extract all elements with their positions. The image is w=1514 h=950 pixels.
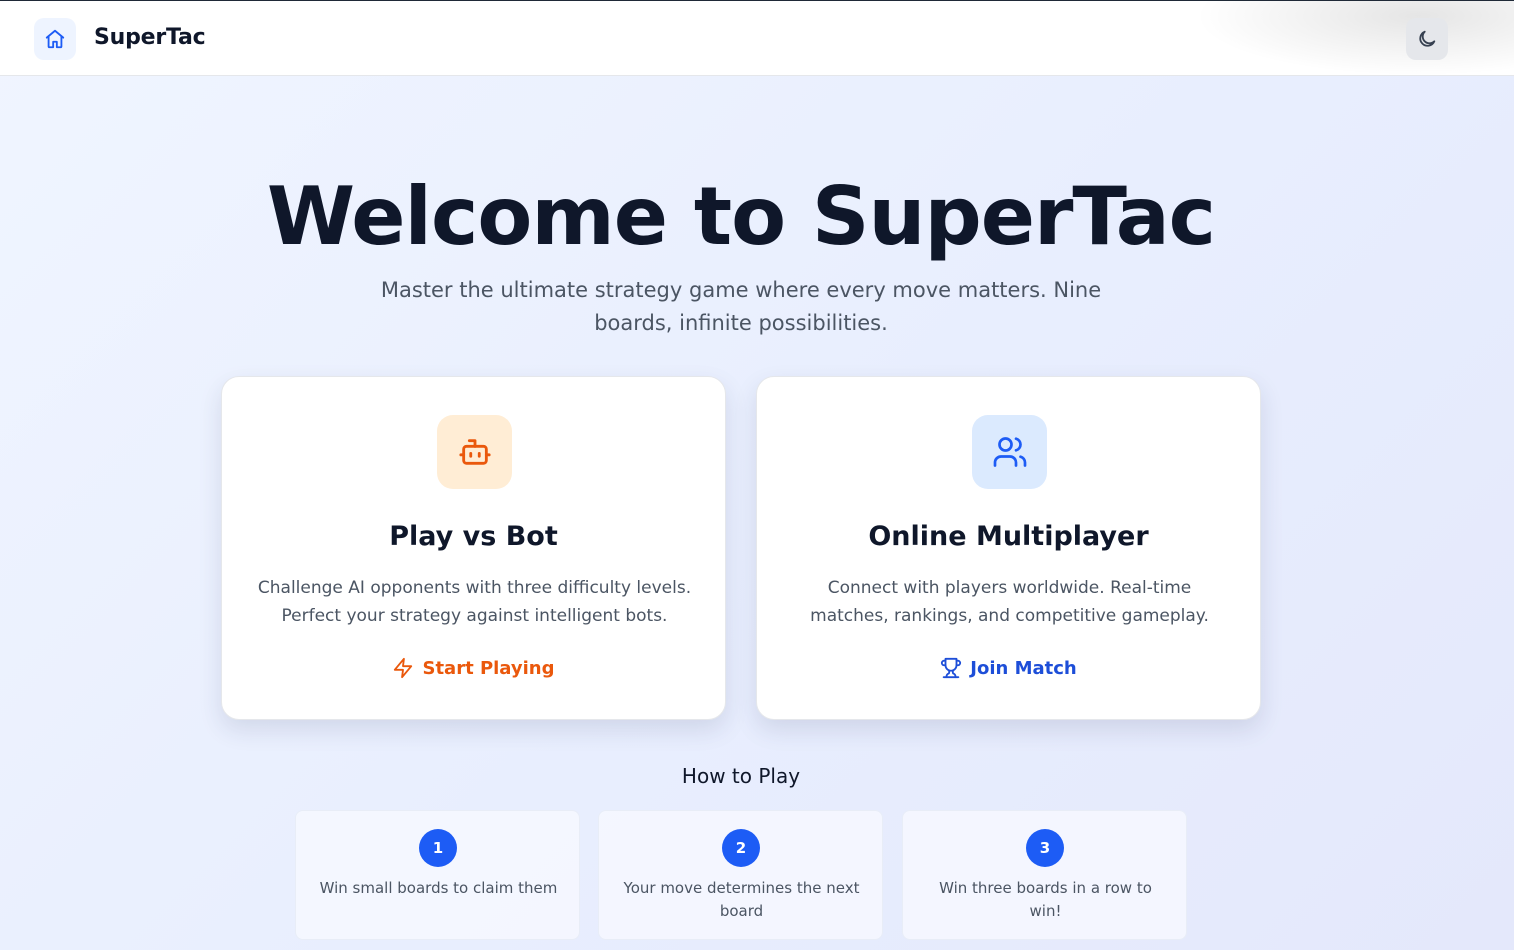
hero-subtitle: Master the ultimate strategy game where …	[380, 278, 1102, 335]
users-icon-tile	[972, 415, 1047, 489]
card-description: Challenge AI opponents with three diffic…	[257, 578, 692, 626]
header-shadow	[1194, 1, 1514, 76]
bot-icon	[458, 439, 491, 465]
top-navbar: SuperTac	[0, 1, 1514, 76]
how-to-play-step: 1 Win small boards to claim them	[295, 810, 580, 940]
home-button[interactable]	[34, 18, 76, 60]
card-title: Online Multiplayer	[868, 521, 1149, 552]
theme-toggle-button[interactable]	[1406, 18, 1448, 60]
step-number-badge: 2	[722, 829, 760, 867]
step-text: Your move determines the next board	[623, 879, 860, 920]
lightning-icon	[394, 657, 413, 679]
start-playing-button[interactable]: Start Playing	[222, 657, 725, 679]
hero-title: Welcome to SuperTac	[266, 170, 1216, 263]
trophy-icon	[941, 657, 962, 679]
moon-icon	[1419, 30, 1436, 47]
step-number-badge: 1	[419, 829, 457, 867]
how-to-play-title: How to Play	[681, 764, 801, 788]
step-text: Win small boards to claim them	[319, 879, 558, 897]
bot-icon-tile	[437, 415, 512, 489]
join-match-label[interactable]: Join Match	[970, 658, 1076, 679]
online-multiplayer-card[interactable]: Online Multiplayer Connect with players …	[756, 376, 1261, 720]
step-text: Win three boards in a row to win!	[939, 879, 1152, 920]
how-to-play-step: 3 Win three boards in a row to win!	[902, 810, 1187, 940]
play-vs-bot-card[interactable]: Play vs Bot Challenge AI opponents with …	[221, 376, 726, 720]
home-icon	[45, 29, 65, 49]
card-title: Play vs Bot	[389, 521, 558, 552]
users-icon	[993, 437, 1026, 467]
step-number-badge: 3	[1026, 829, 1064, 867]
brand-name[interactable]: SuperTac	[94, 25, 206, 50]
start-playing-label[interactable]: Start Playing	[422, 658, 554, 679]
how-to-play-step: 2 Your move determines the next board	[598, 810, 883, 940]
card-description: Connect with players worldwide. Real-tim…	[810, 578, 1209, 626]
join-match-button[interactable]: Join Match	[757, 657, 1260, 679]
